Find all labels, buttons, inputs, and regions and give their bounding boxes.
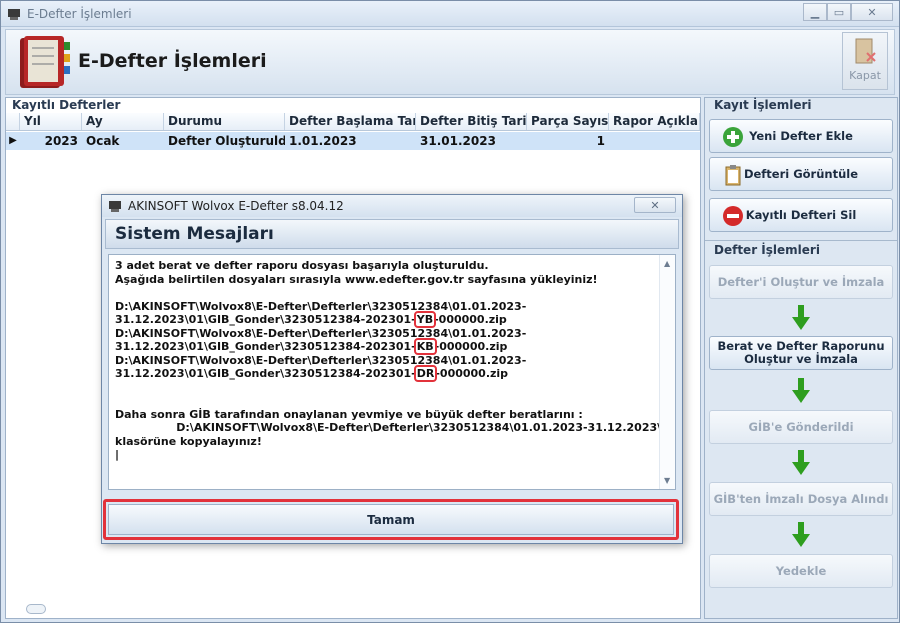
gib-received-label: GİB'ten İmzalı Dosya Alındı [713, 491, 889, 506]
dialog-title: AKINSOFT Wolvox E-Defter s8.04.12 [128, 199, 344, 213]
gib-sent-label: GİB'e Gönderildi [748, 419, 854, 434]
ledger-group-label: Kayıtlı Defterler [12, 98, 121, 112]
title-bar: E-Defter İşlemleri ▁ ▭ ✕ [1, 1, 899, 27]
view-ledger-label: Defteri Görüntüle [743, 166, 859, 181]
cell-end-date: 31.01.2023 [420, 134, 496, 148]
close-button[interactable]: ✕ [851, 3, 893, 21]
new-ledger-label: Yeni Defter Ekle [749, 128, 853, 143]
gib-received-button[interactable]: GİB'ten İmzalı Dosya Alındı [709, 482, 893, 516]
add-icon [723, 127, 743, 147]
window-title: E-Defter İşlemleri [27, 6, 132, 21]
down-arrow-icon [792, 305, 810, 330]
col-header-start-date[interactable]: Defter Başlama Tarihi [285, 113, 416, 130]
app-icon [109, 201, 121, 212]
close-icon: ✕ [650, 198, 660, 212]
table-row[interactable]: ▶ 2023 Ocak Defter Oluşturuldu 1.01.2023… [6, 132, 700, 150]
ok-button-highlight: Tamam [103, 499, 679, 540]
scroll-thumb[interactable] [26, 604, 46, 614]
close-icon: ✕ [867, 5, 877, 19]
scroll-down-icon[interactable]: ▼ [664, 476, 670, 485]
main-window: E-Defter İşlemleri ▁ ▭ ✕ E-Defter İşleml… [0, 0, 900, 623]
row-indicator-header [6, 113, 20, 130]
system-messages-dialog: AKINSOFT Wolvox E-Defter s8.04.12 ✕ Sist… [101, 194, 683, 544]
berat-report-label: Berat ve Defter Raporunu Oluştur ve İmzal… [717, 339, 885, 366]
delete-ledger-label: Kayıtlı Defteri Sil [745, 207, 857, 222]
col-header-year[interactable]: Yıl [20, 113, 82, 130]
ledger-ops-label: Defter İşlemleri [714, 243, 820, 257]
backup-button[interactable]: Yedekle [709, 554, 893, 588]
horizontal-scrollbar[interactable] [8, 602, 698, 616]
operations-panel: Kayıt İşlemleri Yeni Defter Ekle Defteri… [704, 97, 898, 619]
ledger-grid-header: Yıl Ay Durumu Defter Başlama Tarihi Deft… [6, 113, 700, 131]
header-banner: E-Defter İşlemleri Kapat [5, 29, 895, 95]
vertical-scrollbar[interactable]: ▲ ▼ [659, 255, 675, 489]
cell-year: 2023 [44, 134, 78, 148]
page-title: E-Defter İşlemleri [78, 50, 267, 72]
dialog-heading-bar: Sistem Mesajları [105, 219, 679, 249]
row-pointer-icon: ▶ [9, 135, 17, 146]
col-header-parts[interactable]: Parça Sayısı [527, 113, 609, 130]
berat-report-button[interactable]: Berat ve Defter Raporunu Oluştur ve İmzal… [709, 336, 893, 370]
col-header-report-note[interactable]: Rapor Açıklama [609, 113, 700, 130]
maximize-button[interactable]: ▭ [827, 3, 851, 21]
col-header-end-date[interactable]: Defter Bitiş Tarihi [416, 113, 527, 130]
message-textarea[interactable]: 3 adet berat ve defter raporu dosyası ba… [108, 254, 676, 490]
down-arrow-icon [792, 378, 810, 403]
cell-month: Ocak [86, 134, 120, 148]
gib-sent-button[interactable]: GİB'e Gönderildi [709, 410, 893, 444]
ledger-books-icon [20, 36, 70, 88]
down-arrow-icon [792, 522, 810, 547]
dialog-close-button[interactable]: ✕ [634, 197, 676, 213]
record-ops-label: Kayıt İşlemleri [714, 98, 812, 112]
delete-icon [723, 206, 743, 226]
delete-ledger-button[interactable]: Kayıtlı Defteri Sil [709, 198, 893, 232]
file-type-yb-highlight: YB [413, 311, 437, 328]
cell-parts: 1 [596, 134, 605, 148]
app-icon [8, 8, 20, 20]
ok-button[interactable]: Tamam [108, 504, 674, 535]
create-sign-button[interactable]: Defter'i Oluştur ve İmzala [709, 265, 893, 299]
kapat-label: Kapat [849, 69, 881, 82]
cell-start-date: 1.01.2023 [289, 134, 357, 148]
view-ledger-button[interactable]: Defteri Görüntüle [709, 157, 893, 191]
file-type-kb-highlight: KB [413, 338, 437, 355]
dialog-title-bar: AKINSOFT Wolvox E-Defter s8.04.12 ✕ [102, 195, 682, 217]
clipboard-icon [725, 165, 741, 186]
kapat-button[interactable]: Kapat [842, 32, 888, 90]
backup-label: Yedekle [775, 563, 827, 578]
panel-divider [705, 240, 897, 241]
exit-door-icon [855, 38, 876, 64]
minimize-button[interactable]: ▁ [803, 3, 827, 21]
scroll-up-icon[interactable]: ▲ [664, 259, 670, 268]
down-arrow-icon [792, 450, 810, 475]
cell-report-note [609, 132, 700, 150]
minimize-icon: ▁ [810, 5, 820, 19]
cell-status: Defter Oluşturuldu [168, 134, 285, 148]
maximize-icon: ▭ [833, 5, 845, 19]
message-text: 3 adet berat ve defter raporu dosyası ba… [115, 259, 676, 461]
dialog-heading: Sistem Mesajları [115, 224, 274, 244]
col-header-status[interactable]: Durumu [164, 113, 285, 130]
col-header-month[interactable]: Ay [82, 113, 164, 130]
file-type-dr-highlight: DR [413, 365, 438, 382]
create-sign-label: Defter'i Oluştur ve İmzala [717, 274, 885, 289]
new-ledger-button[interactable]: Yeni Defter Ekle [709, 119, 893, 153]
